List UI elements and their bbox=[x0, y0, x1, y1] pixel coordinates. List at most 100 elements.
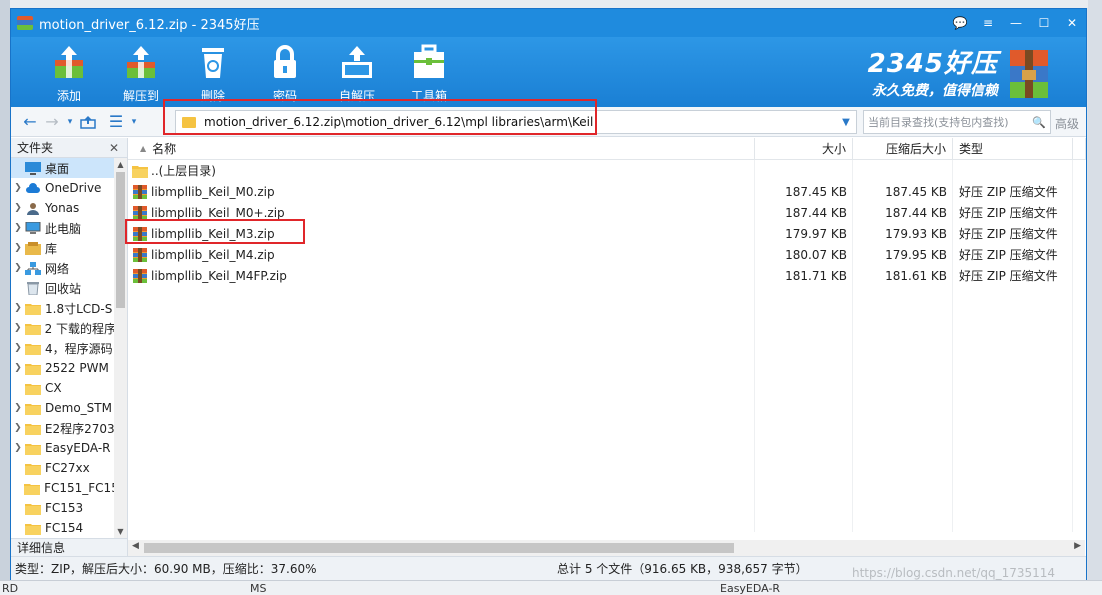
expand-chevron-icon[interactable]: ❯ bbox=[11, 303, 25, 313]
sidebar-item[interactable]: ❯ OneDrive bbox=[11, 178, 114, 198]
scroll-down-icon[interactable]: ▼ bbox=[114, 527, 127, 536]
self-extract-button[interactable]: 自解压 bbox=[321, 37, 393, 107]
expand-chevron-icon[interactable]: ❯ bbox=[11, 443, 25, 453]
folder-icon bbox=[25, 442, 41, 455]
sidebar-item[interactable]: ❯ 网络 bbox=[11, 258, 114, 278]
view-dropdown-icon[interactable]: ▾ bbox=[127, 111, 141, 133]
forward-arrow-icon[interactable]: → bbox=[41, 111, 63, 133]
expand-chevron-icon[interactable]: ❯ bbox=[11, 243, 25, 253]
sidebar-item[interactable]: ❯ Demo_STM bbox=[11, 398, 114, 418]
feedback-icon[interactable]: 💬 bbox=[946, 16, 974, 30]
scroll-left-icon[interactable]: ◀ bbox=[132, 541, 139, 551]
expand-chevron-icon[interactable]: ❯ bbox=[11, 263, 25, 273]
sidebar-item[interactable]: ❯ 4，程序源码 bbox=[11, 338, 114, 358]
search-placeholder: 当前目录查找(支持包内查找) bbox=[868, 116, 1009, 129]
file-row[interactable]: libmpllib_Keil_M4FP.zip 181.71 KB 181.61 K… bbox=[128, 265, 1086, 286]
scroll-up-icon[interactable]: ▲ bbox=[114, 160, 127, 169]
password-label: 密码 bbox=[272, 89, 297, 103]
sidebar-item[interactable]: ❯ 1.8寸LCD-S bbox=[11, 298, 114, 318]
back-arrow-icon[interactable]: ← bbox=[19, 111, 41, 133]
folder-sidebar: 文件夹 ✕ 桌面 ❯ OneDrive ❯ Yonas ❯ 此电脑 ❯ 库 ❯ 网络回收站 ❯ 1.8寸… bbox=[11, 138, 128, 556]
file-row[interactable]: libmpllib_Keil_M3.zip 179.97 KB 179.93 KB 好… bbox=[128, 223, 1086, 244]
sidebar-item[interactable]: ❯ 2 下载的程序 bbox=[11, 318, 114, 338]
sidebar-item[interactable]: FC154 bbox=[11, 518, 114, 538]
file-type: 好压 ZIP 压缩文件 bbox=[959, 227, 1058, 241]
details-panel-toggle[interactable]: 详细信息 bbox=[11, 538, 127, 556]
minimize-button[interactable]: — bbox=[1002, 16, 1030, 30]
expand-chevron-icon[interactable]: ❯ bbox=[11, 403, 25, 413]
search-input[interactable]: 当前目录查找(支持包内查找) 🔍 bbox=[863, 110, 1051, 134]
file-name: libmpllib_Keil_M0.zip bbox=[151, 184, 275, 199]
sidebar-item[interactable]: 回收站 bbox=[11, 278, 114, 298]
sidebar-header: 文件夹 ✕ bbox=[11, 138, 127, 158]
column-type[interactable]: 类型 bbox=[953, 138, 1073, 159]
expand-chevron-icon[interactable]: ❯ bbox=[11, 363, 25, 373]
title-bar[interactable]: motion_driver_6.12.zip - 2345好压 💬 ≡ — ☐ … bbox=[11, 9, 1086, 37]
expand-chevron-icon[interactable]: ❯ bbox=[11, 423, 25, 433]
column-divider bbox=[952, 160, 953, 532]
history-dropdown-icon[interactable]: ▾ bbox=[63, 111, 77, 133]
sidebar-item-label: 回收站 bbox=[45, 281, 82, 296]
file-type: 好压 ZIP 压缩文件 bbox=[959, 269, 1058, 283]
file-row[interactable]: libmpllib_Keil_M4.zip 180.07 KB 179.95 KB 好… bbox=[128, 244, 1086, 265]
sidebar-item[interactable]: FC151_FC15 bbox=[11, 478, 114, 498]
sidebar-item-label: EasyEDA-R bbox=[45, 441, 111, 455]
address-dropdown-icon[interactable]: ▼ bbox=[836, 117, 856, 128]
sidebar-item[interactable]: ❯ 此电脑 bbox=[11, 218, 114, 238]
search-icon[interactable]: 🔍 bbox=[1032, 116, 1046, 129]
cloud-icon bbox=[25, 182, 41, 195]
maximize-button[interactable]: ☐ bbox=[1030, 16, 1058, 30]
view-list-icon[interactable]: ☰ bbox=[105, 111, 127, 133]
sidebar-item-label: FC151_FC15 bbox=[44, 481, 114, 495]
archive-box-logo-icon bbox=[1006, 44, 1052, 100]
file-compressed-size: 187.45 KB bbox=[885, 184, 947, 199]
advanced-search-button[interactable]: 高级 bbox=[1055, 115, 1079, 132]
password-button[interactable]: 密码 bbox=[249, 37, 321, 107]
sidebar-scrollbar[interactable]: ▲ ▼ bbox=[114, 158, 127, 538]
column-name[interactable]: ▲ 名称 bbox=[128, 138, 755, 159]
status-right: 总计 5 个文件（916.65 KB，938,657 字节） bbox=[557, 562, 808, 576]
sidebar-item[interactable]: ❯ EasyEDA-R bbox=[11, 438, 114, 458]
expand-chevron-icon[interactable]: ❯ bbox=[11, 183, 25, 193]
up-folder-icon[interactable] bbox=[77, 111, 99, 133]
column-name-label: 名称 bbox=[152, 142, 177, 156]
sidebar-item[interactable]: FC27xx bbox=[11, 458, 114, 478]
expand-chevron-icon[interactable]: ❯ bbox=[11, 343, 25, 353]
sidebar-item[interactable]: CX bbox=[11, 378, 114, 398]
address-field[interactable]: motion_driver_6.12.zip\motion_driver_6.1… bbox=[175, 110, 857, 134]
address-toolbar: ← → ▾ ☰ ▾ motion_driver_6.12.zip\motion_… bbox=[11, 107, 1086, 137]
delete-button[interactable]: 删除 bbox=[177, 37, 249, 107]
bg-text-rd: RD bbox=[2, 582, 19, 595]
scroll-right-icon[interactable]: ▶ bbox=[1074, 541, 1081, 551]
add-button[interactable]: 添加 bbox=[33, 37, 105, 107]
user-icon bbox=[25, 202, 41, 215]
toolbox-button[interactable]: 工具箱 bbox=[393, 37, 465, 107]
expand-chevron-icon[interactable]: ❯ bbox=[11, 203, 25, 213]
sidebar-item[interactable]: 桌面 bbox=[11, 158, 114, 178]
close-button[interactable]: ✕ bbox=[1058, 16, 1086, 30]
extract-to-button[interactable]: 解压到 bbox=[105, 37, 177, 107]
horizontal-scroll-thumb[interactable] bbox=[144, 543, 734, 553]
file-row[interactable]: libmpllib_Keil_M0.zip 187.45 KB 187.45 KB 好… bbox=[128, 181, 1086, 202]
sidebar-item[interactable]: ❯ 2522 PWM bbox=[11, 358, 114, 378]
sidebar-item[interactable]: ❯ 库 bbox=[11, 238, 114, 258]
archive-window: motion_driver_6.12.zip - 2345好压 💬 ≡ — ☐ … bbox=[10, 8, 1087, 580]
sidebar-item[interactable]: ❯ Yonas bbox=[11, 198, 114, 218]
sidebar-item[interactable]: FC153 bbox=[11, 498, 114, 518]
watermark: https://blog.csdn.net/qq_1735114 bbox=[852, 566, 1056, 580]
file-row[interactable]: ..(上层目录) bbox=[128, 160, 1086, 181]
expand-chevron-icon[interactable]: ❯ bbox=[11, 323, 25, 333]
file-compressed-size: 179.93 KB bbox=[885, 226, 947, 241]
menu-icon[interactable]: ≡ bbox=[974, 16, 1002, 30]
sidebar-scroll-thumb[interactable] bbox=[116, 172, 125, 308]
horizontal-scrollbar[interactable]: ◀ ▶ bbox=[128, 540, 1085, 556]
close-sidebar-icon[interactable]: ✕ bbox=[109, 141, 119, 155]
folder-icon bbox=[182, 116, 196, 128]
sidebar-item-label: FC27xx bbox=[45, 461, 90, 475]
column-compressed-size[interactable]: 压缩后大小 bbox=[853, 138, 953, 159]
column-size[interactable]: 大小 bbox=[755, 138, 853, 159]
file-row[interactable]: libmpllib_Keil_M0+.zip 187.44 KB 187.44 KB… bbox=[128, 202, 1086, 223]
app-icon bbox=[17, 16, 33, 30]
sidebar-item[interactable]: ❯ E2程序2703 bbox=[11, 418, 114, 438]
expand-chevron-icon[interactable]: ❯ bbox=[11, 223, 25, 233]
